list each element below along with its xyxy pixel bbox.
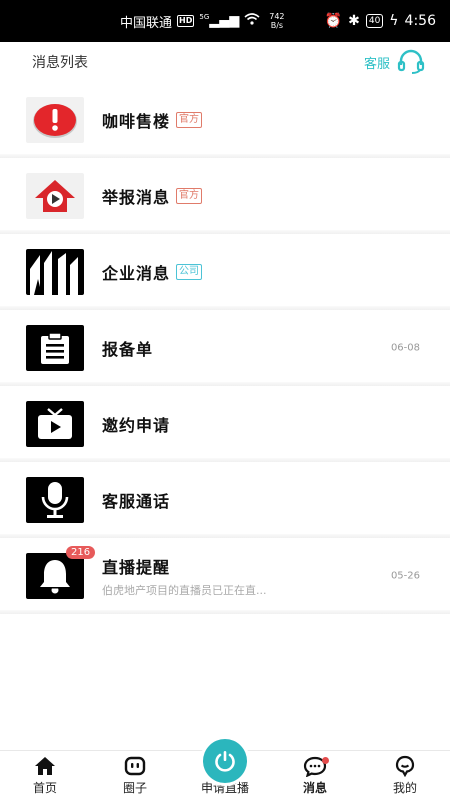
profile-icon xyxy=(395,755,415,777)
company-tag: 公司 xyxy=(176,264,203,280)
clipboard-icon xyxy=(26,325,84,371)
message-text: 企业消息 公司 xyxy=(102,260,203,284)
carrier-name: 中国联通 xyxy=(120,15,173,31)
message-text: 报备单 xyxy=(102,336,153,360)
page-title: 消息列表 xyxy=(32,55,88,71)
microphone-icon xyxy=(26,477,84,523)
message-title: 企业消息 xyxy=(102,264,171,283)
circle-icon xyxy=(124,756,146,776)
message-date: 05-26 xyxy=(390,570,420,582)
message-title: 举报消息 xyxy=(102,188,171,207)
tab-circle[interactable]: 圈子 xyxy=(90,751,180,800)
alarm-icon: ⏰ xyxy=(324,13,343,29)
message-item-filing[interactable]: 报备单 06-08 xyxy=(0,310,450,386)
clock: 4:56 xyxy=(404,13,436,29)
message-item-company[interactable]: 企业消息 公司 xyxy=(0,234,450,310)
tab-apply-live[interactable]: 申请直播 xyxy=(180,739,270,800)
page-header: 消息列表 客服 xyxy=(0,42,450,82)
bottom-tab-bar: 首页 圈子 申请直播 消息 我的 xyxy=(0,739,450,800)
message-text: 举报消息 官方 xyxy=(102,184,203,208)
tab-label: 我的 xyxy=(392,781,417,795)
hd-badge: HD xyxy=(177,15,195,27)
message-item-service-call[interactable]: 客服通话 xyxy=(0,462,450,538)
customer-service-button[interactable]: 客服 xyxy=(364,49,426,75)
tv-icon xyxy=(26,401,84,447)
message-list: 咖啡售楼 官方 举报消息 官方 企业消息 公司 报备单 06-08 邀约申请 客… xyxy=(0,82,450,614)
bluetooth-icon: ✱ xyxy=(348,13,360,29)
charging-icon: ϟ xyxy=(389,13,399,29)
bell-icon: 216 xyxy=(26,546,96,599)
message-item-coffee-sales[interactable]: 咖啡售楼 官方 xyxy=(0,82,450,158)
message-item-live-reminder[interactable]: 216 直播提醒 伯虎地产项目的直播员已正在直... 05-26 xyxy=(0,538,450,614)
network-speed: 742 B/s xyxy=(269,12,285,30)
tab-messages[interactable]: 消息 xyxy=(270,751,360,800)
tab-home[interactable]: 首页 xyxy=(0,751,90,800)
message-item-report[interactable]: 举报消息 官方 xyxy=(0,158,450,234)
status-bar: 中国联通 HD 5G▂▄▆ 742 B/s ⏰ ✱ 40 ϟ 4:56 xyxy=(0,0,450,42)
wifi-icon xyxy=(244,13,260,29)
building-icon xyxy=(26,249,84,295)
tab-label: 消息 xyxy=(302,781,327,795)
tab-profile[interactable]: 我的 xyxy=(360,751,450,800)
report-icon xyxy=(26,173,84,219)
message-text: 咖啡售楼 官方 xyxy=(102,108,203,132)
unread-count-badge: 216 xyxy=(66,546,96,559)
signal-icon: 5G▂▄▆ xyxy=(199,13,240,29)
customer-service-label: 客服 xyxy=(363,56,390,72)
official-tag: 官方 xyxy=(176,188,203,204)
home-icon xyxy=(35,757,55,775)
status-left: 中国联通 HD 5G▂▄▆ 742 B/s xyxy=(120,12,285,31)
message-title: 报备单 xyxy=(102,340,154,359)
tab-label: 首页 xyxy=(32,781,57,795)
message-text: 直播提醒 伯虎地产项目的直播员已正在直... xyxy=(102,554,267,598)
message-item-invitation[interactable]: 邀约申请 xyxy=(0,386,450,462)
message-title: 咖啡售楼 xyxy=(102,112,171,131)
tab-label: 圈子 xyxy=(122,781,147,795)
alert-icon xyxy=(26,97,84,143)
message-title: 邀约申请 xyxy=(102,416,171,435)
official-tag: 官方 xyxy=(176,112,203,128)
message-title: 直播提醒 xyxy=(102,558,171,577)
headset-icon xyxy=(397,49,425,74)
battery-indicator: 40 xyxy=(365,14,384,28)
power-icon xyxy=(215,751,235,772)
message-text: 邀约申请 xyxy=(102,412,170,436)
status-right: ⏰ ✱ 40 ϟ 4:56 xyxy=(325,13,436,29)
message-title: 客服通话 xyxy=(102,492,171,511)
message-preview: 伯虎地产项目的直播员已正在直... xyxy=(102,584,267,597)
unread-dot xyxy=(322,757,329,764)
message-date: 06-08 xyxy=(390,342,420,354)
message-text: 客服通话 xyxy=(102,488,170,512)
apply-live-button[interactable] xyxy=(203,739,247,783)
